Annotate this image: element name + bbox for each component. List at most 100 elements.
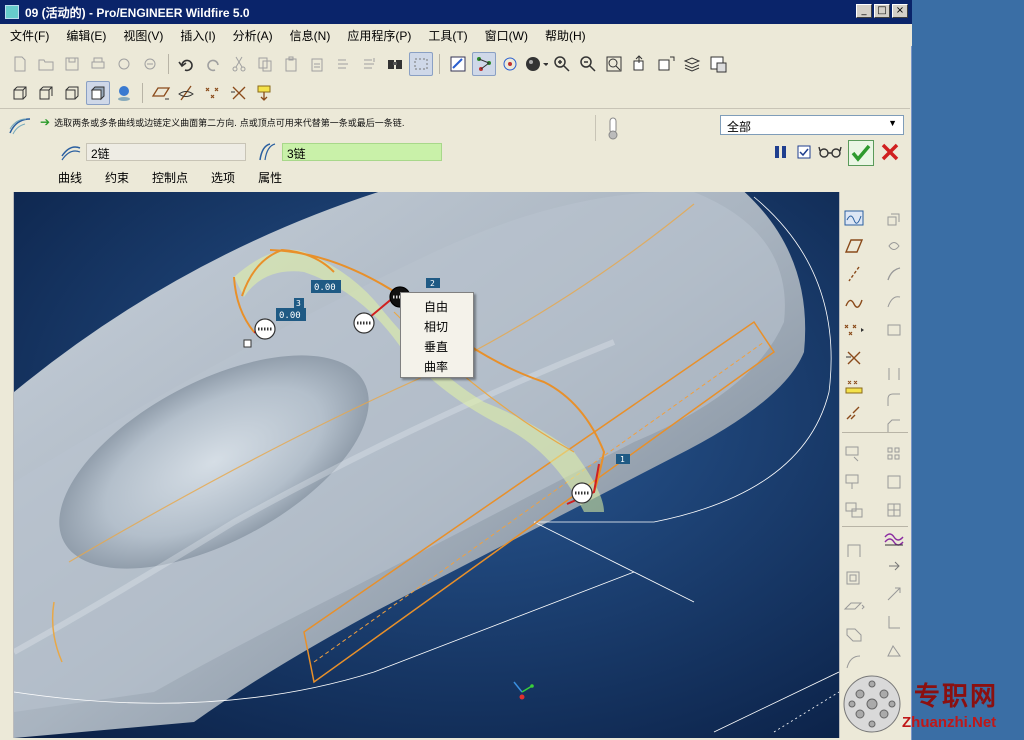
first-direction-icon[interactable]: [60, 142, 82, 162]
solidify-tool-icon[interactable]: [842, 622, 866, 646]
revolve-tool-icon[interactable]: [882, 234, 906, 258]
trim-tool-icon[interactable]: [842, 538, 866, 562]
repaint-icon[interactable]: [446, 52, 470, 76]
paste-icon[interactable]: [279, 52, 303, 76]
selection-filter-select[interactable]: 全部 ▼: [720, 115, 904, 135]
ok-button[interactable]: [848, 140, 874, 166]
sweep-tool-icon[interactable]: [882, 262, 906, 286]
menu-item-curvature[interactable]: 曲率: [401, 357, 473, 377]
menu-item-tangent[interactable]: 相切: [401, 317, 473, 337]
cancel-button[interactable]: [880, 142, 900, 165]
point-tool-icon[interactable]: [842, 318, 866, 342]
shaded-icon[interactable]: [86, 81, 110, 105]
pattern-tool-icon[interactable]: [882, 442, 906, 466]
no-hidden-icon[interactable]: [60, 81, 84, 105]
layers-icon[interactable]: [680, 52, 704, 76]
project-tool-icon[interactable]: [882, 638, 906, 662]
copy-feature-icon[interactable]: [842, 442, 866, 466]
preview-checkbox[interactable]: [796, 144, 812, 163]
analysis-feature-icon[interactable]: [842, 374, 866, 398]
draft-tool-icon[interactable]: [882, 498, 906, 522]
shell-tool-icon[interactable]: [882, 318, 906, 342]
second-direction-icon[interactable]: [256, 142, 278, 162]
merge-tool-icon[interactable]: [842, 498, 866, 522]
boundary-handle[interactable]: [353, 312, 375, 334]
annotation-icon[interactable]: [253, 81, 277, 105]
csys-tool-icon[interactable]: [842, 346, 866, 370]
menu-edit[interactable]: 编辑(E): [59, 27, 113, 44]
datum-display-icon[interactable]: [472, 52, 496, 76]
vertex-marker[interactable]: [243, 339, 252, 348]
cut-icon[interactable]: [227, 52, 251, 76]
tab-curves[interactable]: 曲线: [58, 169, 82, 186]
undo-icon[interactable]: [175, 52, 199, 76]
tab-properties[interactable]: 属性: [258, 169, 282, 186]
menu-info[interactable]: 信息(N): [283, 27, 338, 44]
graphics-viewport[interactable]: 0.00 0.00 3 2 1: [14, 192, 839, 738]
chamfer-tool-icon[interactable]: [882, 414, 906, 438]
dimension-label[interactable]: 0.00: [314, 283, 336, 293]
axis-tool-icon[interactable]: [842, 262, 866, 286]
tab-options[interactable]: 选项: [211, 169, 235, 186]
plane-tool-icon[interactable]: [842, 234, 866, 258]
find-icon[interactable]: [383, 52, 407, 76]
datum-axes-icon[interactable]: [175, 81, 199, 105]
email-icon[interactable]: [138, 52, 162, 76]
maximize-button[interactable]: □: [874, 4, 890, 18]
intersect-tool-icon[interactable]: [882, 610, 906, 634]
regenerate-icon[interactable]: [331, 52, 355, 76]
chain-tag[interactable]: 1: [620, 455, 625, 464]
arrow-right-tool-icon[interactable]: [882, 554, 906, 578]
new-icon[interactable]: [8, 52, 32, 76]
paste-special-icon[interactable]: [305, 52, 329, 76]
refit-icon[interactable]: [602, 52, 626, 76]
boundary-blend-tool-icon[interactable]: [882, 526, 906, 550]
redo-icon[interactable]: [201, 52, 225, 76]
second-direction-field[interactable]: 3链: [282, 143, 442, 161]
reorient-icon[interactable]: [628, 52, 652, 76]
datum-link-icon[interactable]: [842, 402, 866, 426]
shading-icon[interactable]: [524, 52, 548, 76]
hole-tool-icon[interactable]: [882, 362, 906, 386]
extrude-tool-icon[interactable]: [882, 206, 906, 230]
open-icon[interactable]: [34, 52, 58, 76]
print-icon[interactable]: [86, 52, 110, 76]
menu-analysis[interactable]: 分析(A): [226, 27, 280, 44]
boundary-handle[interactable]: [571, 482, 593, 504]
thicken-tool-icon[interactable]: [842, 594, 866, 618]
rib-tool-icon[interactable]: [882, 470, 906, 494]
spin-center-icon[interactable]: [498, 52, 522, 76]
menu-file[interactable]: 文件(F): [3, 27, 56, 44]
menu-window[interactable]: 窗口(W): [478, 27, 535, 44]
warp-tool-icon[interactable]: [842, 650, 866, 674]
first-direction-field[interactable]: 2链: [86, 143, 246, 161]
blend-tool-icon[interactable]: [882, 290, 906, 314]
menu-applications[interactable]: 应用程序(P): [340, 27, 418, 44]
save-icon[interactable]: [60, 52, 84, 76]
datum-points-icon[interactable]: [201, 81, 225, 105]
menu-tools[interactable]: 工具(T): [421, 27, 474, 44]
round-tool-icon[interactable]: [882, 388, 906, 412]
menu-item-normal[interactable]: 垂直: [401, 337, 473, 357]
zoom-out-icon[interactable]: [576, 52, 600, 76]
close-button[interactable]: ×: [892, 4, 908, 18]
datum-planes-icon[interactable]: [149, 81, 173, 105]
coord-sys-icon[interactable]: [227, 81, 251, 105]
pause-button[interactable]: [772, 143, 790, 164]
menu-view[interactable]: 视图(V): [116, 27, 170, 44]
enhanced-realism-icon[interactable]: [112, 81, 136, 105]
select-box-icon[interactable]: [409, 52, 433, 76]
minimize-button[interactable]: _: [856, 4, 872, 18]
view-manager-icon[interactable]: [706, 52, 730, 76]
menu-insert[interactable]: 插入(I): [173, 27, 222, 44]
mirror-tool-icon[interactable]: [842, 470, 866, 494]
copy-icon[interactable]: [253, 52, 277, 76]
zoom-in-icon[interactable]: [550, 52, 574, 76]
chain-tag[interactable]: 3: [296, 299, 301, 308]
curve-tool-icon[interactable]: [842, 290, 866, 314]
tab-control-points[interactable]: 控制点: [152, 169, 188, 186]
saved-views-icon[interactable]: [654, 52, 678, 76]
menu-help[interactable]: 帮助(H): [538, 27, 593, 44]
send-icon[interactable]: [112, 52, 136, 76]
menu-item-free[interactable]: 自由: [401, 297, 473, 317]
